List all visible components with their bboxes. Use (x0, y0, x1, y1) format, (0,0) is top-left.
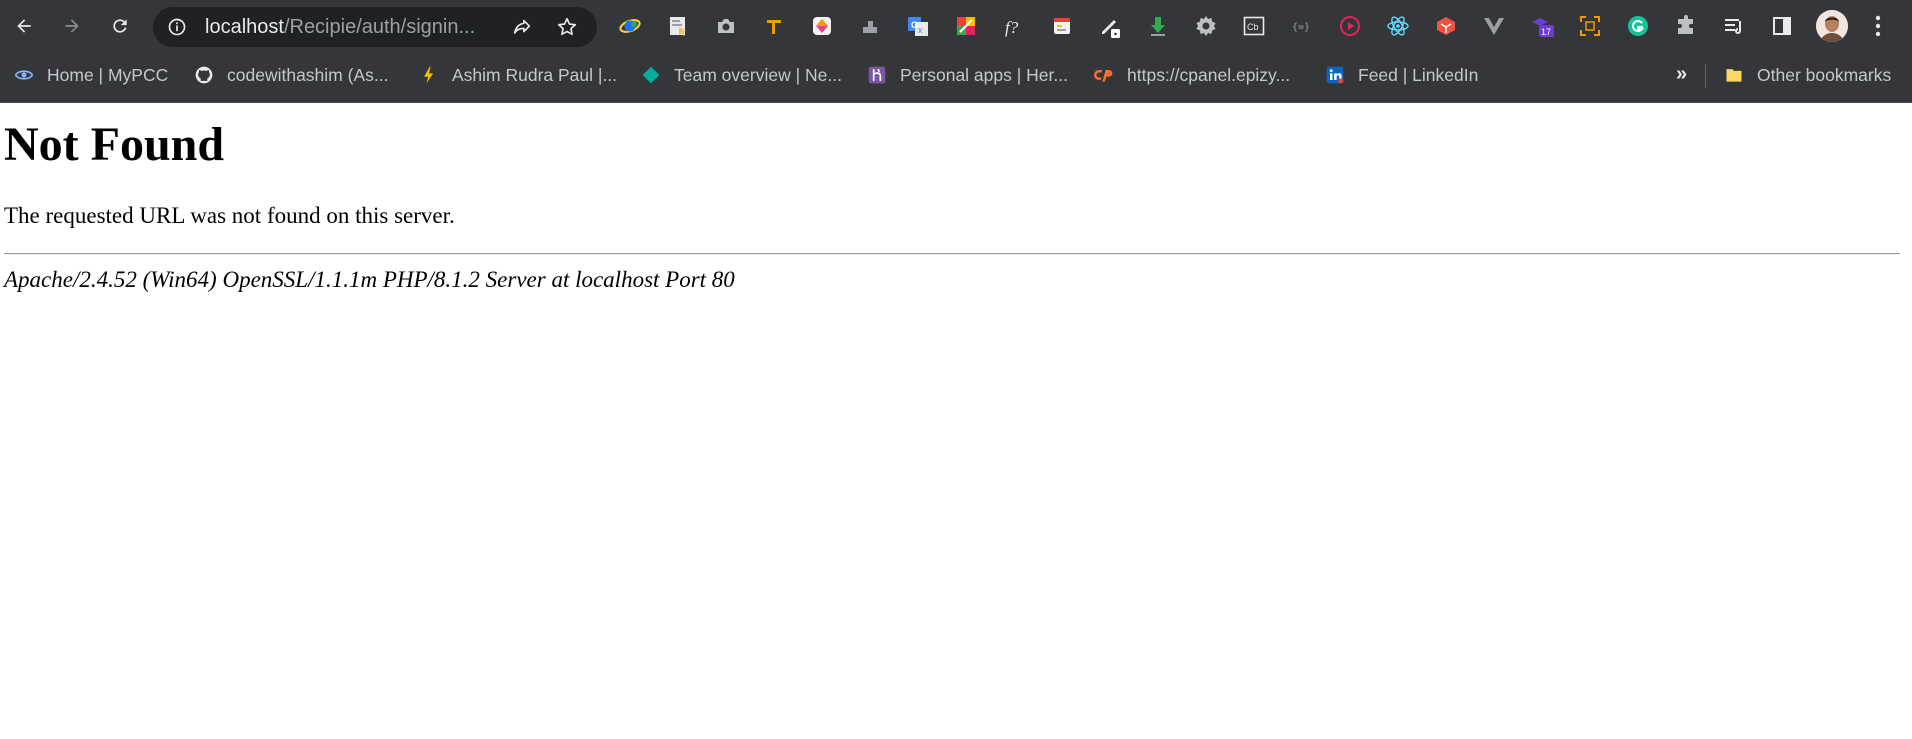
folder-icon (1723, 64, 1745, 86)
bookmark-label: Team overview | Ne... (674, 64, 842, 85)
arrow-right-icon (65, 19, 79, 33)
lightning-icon (418, 64, 440, 86)
grammarly-icon[interactable] (1625, 13, 1651, 39)
svg-text:f?: f? (1005, 18, 1019, 37)
bookmarks-overflow-button[interactable]: » (1676, 60, 1694, 88)
mypcc-icon (13, 64, 35, 86)
diamond-icon (640, 64, 662, 86)
puzzle-extensions-icon[interactable] (1673, 13, 1699, 39)
pen-tool-icon[interactable] (1097, 13, 1123, 39)
bookmark-label: https://cpanel.epizy... (1127, 64, 1291, 85)
error-message: The requested URL was not found on this … (4, 203, 455, 228)
server-signature: Apache/2.4.52 (Win64) OpenSSL/1.1.1m PHP… (4, 267, 735, 292)
forward-button[interactable] (56, 10, 88, 42)
side-panel-icon[interactable] (1769, 13, 1795, 39)
screenshot-camera-icon[interactable] (713, 13, 739, 39)
address-bar[interactable]: localhost/Recipie/auth/signin... (153, 7, 597, 47)
color-palette-icon[interactable] (953, 13, 979, 39)
bookmark-codewithashim[interactable]: codewithashim (As... (193, 62, 388, 88)
svg-text:x: x (918, 25, 923, 35)
back-button[interactable] (8, 10, 40, 42)
bookmark-star-icon[interactable] (556, 16, 578, 38)
share-icon[interactable] (511, 16, 533, 38)
stack-icon[interactable] (857, 13, 883, 39)
play-circle-icon[interactable] (1337, 13, 1363, 39)
bookmark-cpanel-epizy[interactable]: https://cpanel.epizy... (1093, 62, 1290, 88)
profile-avatar[interactable] (1816, 10, 1848, 42)
bookmark-ashim-rudra-paul[interactable]: Ashim Rudra Paul |... (418, 62, 617, 88)
page-content: Not Found The requested URL was not foun… (0, 104, 1912, 739)
reload-icon (113, 19, 127, 33)
page-ruler-icon[interactable] (665, 13, 691, 39)
bookmark-label: Ashim Rudra Paul |... (452, 64, 618, 85)
bookmark-home-mypcc[interactable]: Home | MyPCC (13, 62, 168, 88)
font-finder-icon[interactable]: f? (1001, 13, 1027, 39)
bookmark-linkedin-feed[interactable]: Feed | LinkedIn (1324, 62, 1478, 88)
other-bookmarks-folder[interactable]: Other bookmarks (1723, 62, 1891, 88)
url-host: localhost (205, 16, 284, 38)
svg-text:G: G (911, 20, 918, 30)
bookmark-label: codewithashim (As... (227, 64, 389, 85)
gear-icon[interactable] (1193, 13, 1219, 39)
laravel-icon[interactable] (1433, 13, 1459, 39)
svg-text:Cb: Cb (1247, 22, 1259, 32)
profile-photo-icon (1816, 10, 1848, 42)
arrow-left-icon (17, 19, 31, 33)
heroku-icon (866, 64, 888, 86)
crop-tool-icon[interactable] (1577, 13, 1603, 39)
linkedin-icon (1324, 64, 1346, 86)
github-icon (193, 64, 215, 86)
calendar-icon[interactable] (1049, 13, 1075, 39)
bookmark-label: Feed | LinkedIn (1358, 64, 1479, 85)
coinbase-icon[interactable]: Cb (1241, 13, 1267, 39)
download-arrow-icon[interactable] (1145, 13, 1171, 39)
browser-toolbar: localhost/Recipie/auth/signin... Gx f? C… (0, 0, 1912, 52)
other-bookmarks-label: Other bookmarks (1757, 64, 1892, 85)
cpanel-icon (1093, 64, 1115, 86)
svg-text:{=}: {=} (1292, 22, 1310, 33)
divider (4, 253, 1900, 255)
ie-tab-icon[interactable] (617, 13, 643, 39)
reading-list-icon[interactable] (1721, 13, 1747, 39)
wappalyzer-icon[interactable]: 17 (1529, 13, 1555, 39)
url-text[interactable]: localhost/Recipie/auth/signin... (205, 7, 505, 47)
site-info-icon[interactable] (167, 17, 187, 37)
page-title: Not Found (4, 118, 225, 171)
vue-devtools-icon[interactable] (1481, 13, 1507, 39)
kebab-menu-icon[interactable] (1866, 12, 1890, 40)
measure-tool-icon[interactable] (761, 13, 787, 39)
react-devtools-icon[interactable] (1385, 13, 1411, 39)
url-path: /Recipie/auth/signin... (283, 16, 476, 38)
bookmark-label: Personal apps | Her... (900, 64, 1068, 85)
bookmarks-divider (1705, 64, 1706, 88)
google-translate-icon[interactable]: Gx (905, 13, 931, 39)
calendar-badge-count: 17 (1541, 27, 1551, 37)
bookmark-label: Home | MyPCC (47, 64, 169, 85)
bookmark-personal-apps[interactable]: Personal apps | Her... (866, 62, 1068, 88)
json-viewer-icon[interactable]: {=} (1289, 13, 1315, 39)
colorzilla-icon[interactable] (809, 13, 835, 39)
bookmark-team-overview[interactable]: Team overview | Ne... (640, 62, 842, 88)
reload-button[interactable] (104, 10, 136, 42)
